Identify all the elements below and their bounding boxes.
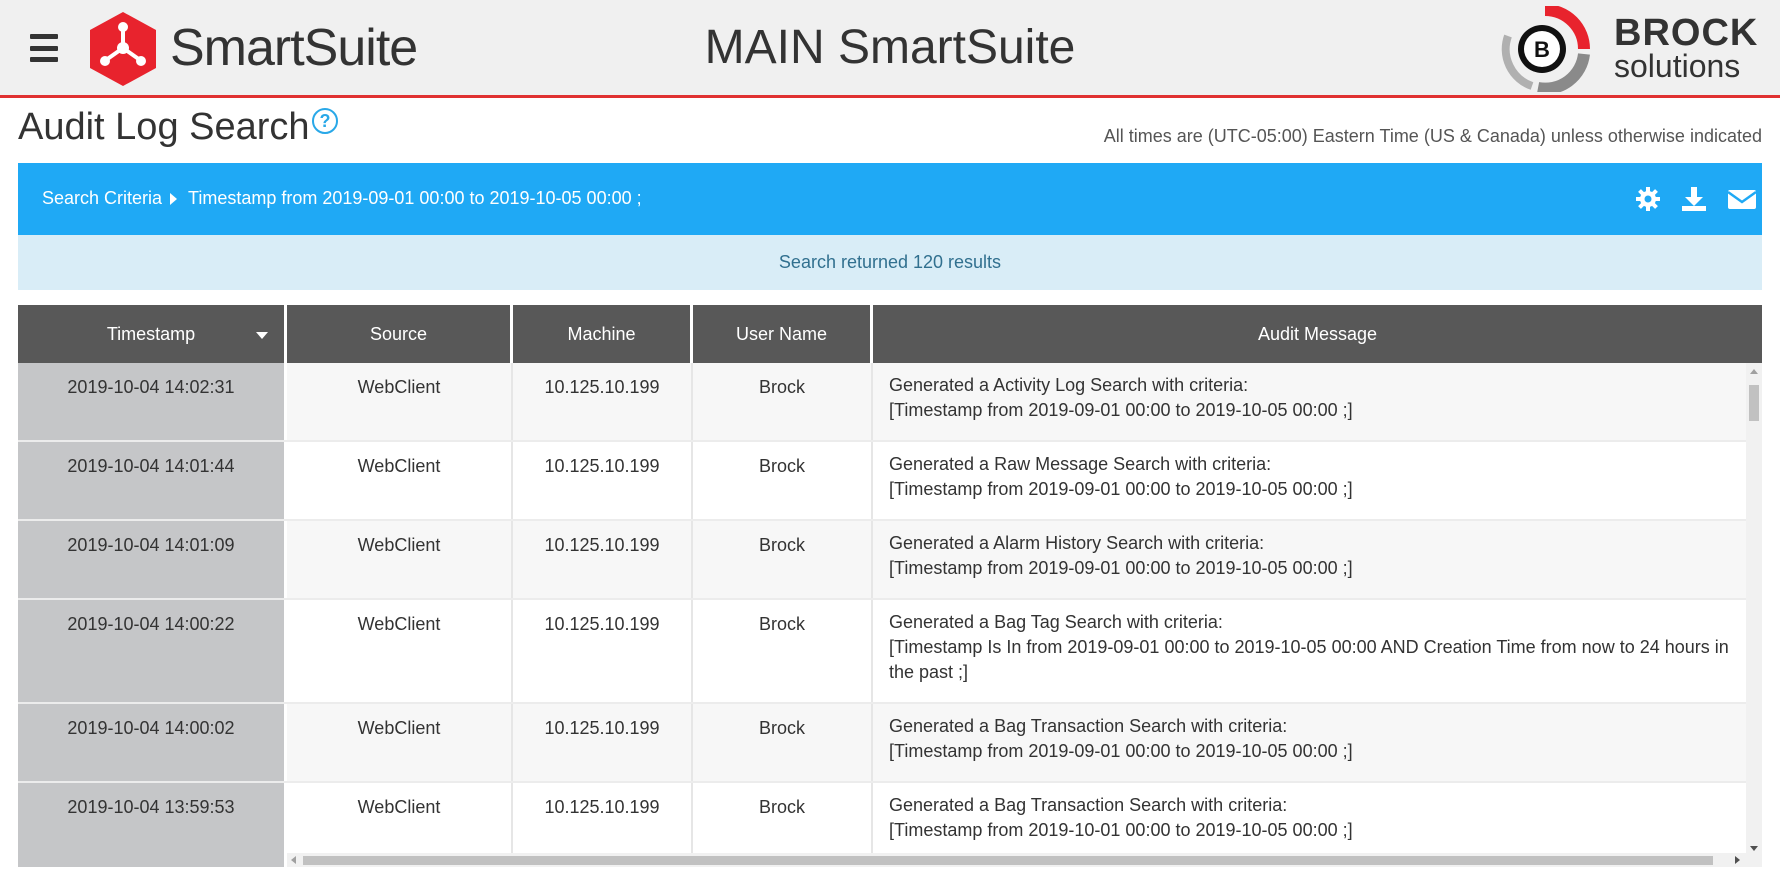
vertical-scrollbar[interactable]	[1746, 363, 1762, 857]
audit-message-criteria: [Timestamp from 2019-09-01 00:00 to 2019…	[889, 741, 1353, 761]
audit-message-criteria: [Timestamp from 2019-09-01 00:00 to 2019…	[889, 400, 1353, 420]
audit-message-line: Generated a Activity Log Search with cri…	[889, 375, 1249, 395]
column-header-label: Timestamp	[106, 323, 196, 344]
brock-badge-letter: B	[1534, 37, 1550, 62]
audit-message-criteria: [Timestamp from 2019-10-01 00:00 to 2019…	[889, 820, 1353, 840]
smartsuite-logo-icon	[90, 12, 156, 86]
audit-message-cell: Generated a Activity Log Search with cri…	[873, 363, 1762, 440]
audit-message-line: Generated a Raw Message Search with crit…	[889, 454, 1272, 474]
scroll-up-icon[interactable]	[1750, 369, 1758, 374]
user-name-cell: Brock	[693, 600, 873, 702]
column-header-label: Audit Message	[1257, 323, 1378, 344]
timezone-note: All times are (UTC-05:00) Eastern Time (…	[1103, 126, 1762, 146]
audit-log-table: Timestamp Source Machine User Name Audit…	[18, 305, 1762, 867]
brock-solutions-logo-icon: B	[1501, 6, 1590, 92]
timestamp-cell: 2019-10-04 14:00:22	[18, 600, 287, 702]
source-cell: WebClient	[287, 704, 513, 781]
user-name-cell: Brock	[693, 521, 873, 598]
vertical-scroll-thumb[interactable]	[1749, 385, 1759, 421]
horizontal-scrollbar[interactable]	[287, 853, 1762, 867]
audit-message-line: Generated a Alarm History Search with cr…	[889, 533, 1265, 553]
column-header-label: Machine	[567, 323, 636, 344]
scroll-down-icon[interactable]	[1750, 846, 1758, 851]
sort-descending-icon[interactable]	[256, 332, 268, 339]
source-cell: WebClient	[287, 363, 513, 440]
audit-message-criteria: [Timestamp from 2019-09-01 00:00 to 2019…	[889, 558, 1353, 578]
brock-wordmark-line2: solutions	[1614, 48, 1741, 84]
audit-message-line: Generated a Bag Transaction Search with …	[889, 716, 1288, 736]
source-cell: WebClient	[287, 600, 513, 702]
machine-cell: 10.125.10.199	[513, 600, 693, 702]
timestamp-cell: 2019-10-04 14:01:44	[18, 442, 287, 519]
search-criteria-summary: Timestamp from 2019-09-01 00:00 to 2019-…	[188, 188, 642, 208]
search-criteria-toggle[interactable]: Search Criteria	[42, 188, 162, 209]
page-title: Audit Log Search	[18, 106, 310, 148]
user-name-cell: Brock	[693, 442, 873, 519]
scroll-right-icon[interactable]	[1735, 856, 1740, 864]
table-row[interactable]: 2019-10-04 14:00:22 WebClient 10.125.10.…	[18, 600, 1762, 704]
brock-wordmark-line1: BROCK	[1614, 12, 1759, 54]
column-header-label: Source	[369, 323, 428, 344]
hamburger-menu-icon[interactable]	[28, 30, 60, 66]
results-count-banner: Search returned 120 results	[18, 235, 1762, 290]
search-criteria-bar: Search Criteria Timestamp from 2019-09-0…	[18, 163, 1762, 235]
machine-cell: 10.125.10.199	[513, 521, 693, 598]
column-header-label: User Name	[735, 323, 828, 344]
timestamp-cell: 2019-10-04 13:59:53	[18, 783, 287, 867]
column-header-timestamp[interactable]: Timestamp	[18, 305, 287, 363]
timestamp-cell: 2019-10-04 14:00:02	[18, 704, 287, 781]
machine-cell: 10.125.10.199	[513, 442, 693, 519]
column-header-audit-message[interactable]: Audit Message	[873, 305, 1762, 363]
table-row[interactable]: 2019-10-04 14:01:44 WebClient 10.125.10.…	[18, 442, 1762, 521]
audit-message-cell: Generated a Raw Message Search with crit…	[873, 442, 1762, 519]
machine-cell: 10.125.10.199	[513, 363, 693, 440]
machine-cell: 10.125.10.199	[513, 704, 693, 781]
user-name-cell: Brock	[693, 704, 873, 781]
scroll-left-icon[interactable]	[291, 856, 296, 864]
audit-message-criteria: [Timestamp Is In from 2019-09-01 00:00 t…	[889, 637, 1729, 682]
column-header-machine[interactable]: Machine	[513, 305, 693, 363]
audit-message-criteria: [Timestamp from 2019-09-01 00:00 to 2019…	[889, 479, 1353, 499]
user-name-cell: Brock	[693, 363, 873, 440]
table-row[interactable]: 2019-10-04 14:01:09 WebClient 10.125.10.…	[18, 521, 1762, 600]
brock-wordmark: BROCK solutions	[1614, 14, 1758, 82]
audit-message-line: Generated a Bag Tag Search with criteria…	[889, 612, 1223, 632]
source-cell: WebClient	[287, 442, 513, 519]
table-row[interactable]: 2019-10-04 14:02:31 WebClient 10.125.10.…	[18, 363, 1762, 442]
brand-name: SmartSuite	[170, 19, 418, 77]
timestamp-cell: 2019-10-04 14:02:31	[18, 363, 287, 440]
table-header: Timestamp Source Machine User Name Audit…	[18, 305, 1762, 363]
gear-icon[interactable]	[1634, 185, 1662, 213]
timestamp-cell: 2019-10-04 14:01:09	[18, 521, 287, 598]
audit-message-cell: Generated a Alarm History Search with cr…	[873, 521, 1762, 598]
column-header-source[interactable]: Source	[287, 305, 513, 363]
column-header-user-name[interactable]: User Name	[693, 305, 873, 363]
audit-message-cell: Generated a Bag Tag Search with criteria…	[873, 600, 1762, 702]
top-header: SmartSuite MAIN SmartSuite B BROCK solut…	[0, 0, 1780, 98]
caret-right-icon[interactable]	[170, 193, 177, 205]
audit-message-line: Generated a Bag Transaction Search with …	[889, 795, 1288, 815]
download-icon[interactable]	[1680, 185, 1708, 213]
horizontal-scroll-thumb[interactable]	[303, 856, 1713, 865]
audit-message-cell: Generated a Bag Transaction Search with …	[873, 704, 1762, 781]
table-row[interactable]: 2019-10-04 14:00:02 WebClient 10.125.10.…	[18, 704, 1762, 783]
source-cell: WebClient	[287, 521, 513, 598]
help-icon[interactable]: ?	[312, 108, 338, 134]
table-body: 2019-10-04 14:02:31 WebClient 10.125.10.…	[18, 363, 1762, 867]
envelope-icon[interactable]	[1726, 185, 1758, 213]
